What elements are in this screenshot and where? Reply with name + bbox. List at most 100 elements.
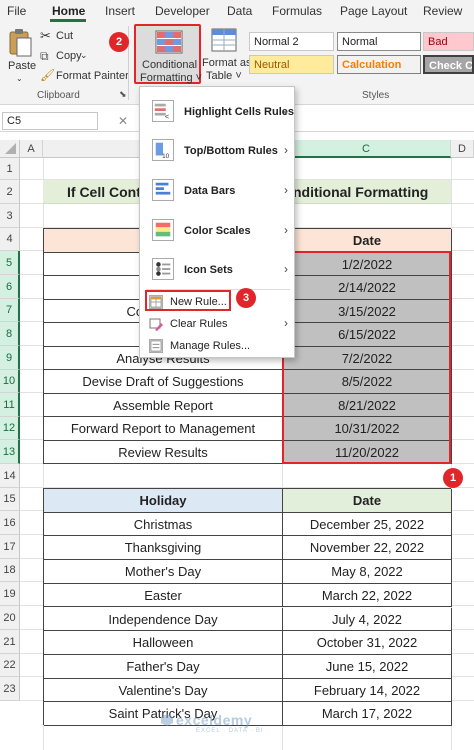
row-header-5[interactable]: 5 [0,251,20,275]
conditional-formatting-label-1: Conditional [142,59,198,71]
eraser-icon [149,317,163,331]
tab-file[interactable]: File [7,4,26,18]
table2-holiday-cell[interactable]: Easter [44,583,283,608]
tab-formulas[interactable]: Formulas [272,4,322,18]
row-header-8[interactable]: 8 [0,322,20,346]
format-as-table-button[interactable]: Format as Table ˅ [202,26,252,82]
table2-date-cell[interactable]: November 22, 2022 [283,536,452,561]
cut-button[interactable]: Cut [56,30,73,42]
style-calculation[interactable]: Calculation [337,55,421,74]
row-header-10[interactable]: 10 [0,370,20,393]
menu-item-clear-rules[interactable]: Clear Rules › [140,314,294,334]
chevron-down-icon: ⌄ [80,50,88,60]
chevron-down-icon: ⌄ [16,74,23,83]
table2-date-cell[interactable]: March 22, 2022 [283,583,452,608]
table2-date-cell[interactable]: March 17, 2022 [283,702,452,726]
name-box[interactable]: C5 [2,112,98,130]
table1-header-date[interactable]: Date [283,229,452,253]
svg-text:<: < [165,112,169,121]
style-check-cell[interactable]: Check Ce [423,55,474,74]
row-header-2[interactable]: 2 [0,180,20,204]
row-header-6[interactable]: 6 [0,275,20,299]
tab-review[interactable]: Review [423,4,462,18]
row-header-15[interactable]: 15 [0,488,20,511]
svg-text:10: 10 [162,153,170,160]
select-all-corner[interactable] [0,140,20,158]
row-header-17[interactable]: 17 [0,535,20,559]
tab-data[interactable]: Data [227,4,252,18]
table1-task-cell[interactable]: Review Results [44,440,283,464]
tab-home[interactable]: Home [52,4,85,18]
style-neutral[interactable]: Neutral [249,55,334,74]
column-header-d[interactable]: D [451,140,474,158]
table2-header-holiday[interactable]: Holiday [44,489,283,513]
row-header-18[interactable]: 18 [0,559,20,582]
table2-holiday-cell[interactable]: Mother's Day [44,560,283,584]
style-normal[interactable]: Normal [337,32,421,51]
row-header-19[interactable]: 19 [0,582,20,606]
copy-button[interactable]: Copy [56,50,82,62]
table2-date-cell[interactable]: February 14, 2022 [283,678,452,703]
row-header-20[interactable]: 20 [0,606,20,630]
cancel-icon[interactable]: ✕ [118,114,128,128]
table2-holiday-cell[interactable]: Father's Day [44,654,283,679]
top-bottom-icon: 10 [152,139,174,161]
style-normal-2[interactable]: Normal 2 [249,32,334,51]
style-bad[interactable]: Bad [423,32,474,51]
select-all-triangle-icon [5,143,16,154]
row-header-22[interactable]: 22 [0,654,20,677]
ribbon-tab-bar: File Home Insert Developer Data Formulas… [0,0,474,22]
conditional-formatting-button[interactable]: Conditional Formatting ˅ [134,24,203,84]
menu-item-highlight-cells-rules[interactable]: < Highlight Cells Rules › [140,96,294,130]
dialog-launcher-icon[interactable]: ⬊ [119,89,127,100]
row-header-11[interactable]: 11 [0,393,20,417]
conditional-formatting-label-2: Formatting ˅ [140,72,203,84]
paste-button[interactable]: Paste ⌄ [4,26,36,83]
column-header-c[interactable]: C [282,140,451,158]
table2-holiday-cell[interactable]: Valentine's Day [44,678,283,703]
tab-developer[interactable]: Developer [155,4,210,18]
tab-page-layout[interactable]: Page Layout [340,4,407,18]
row-header-9[interactable]: 9 [0,346,20,370]
paintbrush-icon: 🖌 [40,68,56,82]
table2-date-cell[interactable]: June 15, 2022 [283,654,452,679]
table2-holiday-cell[interactable]: Christmas [44,512,283,537]
holiday-table: Holiday Date Christmas December 25, 2022 Tha… [43,488,452,726]
row-header-23[interactable]: 23 [0,677,20,701]
table2-date-cell[interactable]: October 31, 2022 [283,631,452,655]
menu-item-data-bars[interactable]: Data Bars › [140,175,294,209]
row-header-12[interactable]: 12 [0,417,20,440]
row-header-14[interactable]: 14 [0,464,20,488]
row-header-13[interactable]: 13 [0,440,20,464]
table1-task-cell[interactable]: Assemble Report [44,393,283,417]
table1-task-cell[interactable]: Devise Draft of Suggestions [44,370,283,394]
banner-text-left: If Cell Cont [67,184,141,200]
color-scales-icon [152,219,174,241]
highlight-cells-icon: < [152,100,174,122]
format-painter-button[interactable]: Format Painter [56,70,129,82]
clipboard-icon [9,29,32,57]
table2-date-cell[interactable]: July 4, 2022 [283,607,452,632]
table2-date-cell[interactable]: May 8, 2022 [283,560,452,584]
new-rule-highlight [145,290,231,311]
table2-holiday-cell[interactable]: Thanksgiving [44,536,283,561]
table2-holiday-cell[interactable]: Halloween [44,631,283,655]
menu-item-color-scales[interactable]: Color Scales › [140,215,294,249]
row-header-1[interactable]: 1 [0,158,20,180]
menu-item-top-bottom-rules[interactable]: 10 Top/Bottom Rules › [140,135,294,169]
menu-item-manage-rules[interactable]: Manage Rules... [140,336,294,356]
table2-holiday-cell[interactable]: Independence Day [44,607,283,632]
row-header-16[interactable]: 16 [0,511,20,535]
row-header-3[interactable]: 3 [0,204,20,228]
table2-date-cell[interactable]: December 25, 2022 [283,512,452,537]
row-header-4[interactable]: 4 [0,228,20,251]
column-header-a[interactable]: A [20,140,43,158]
menu-item-icon-sets[interactable]: Icon Sets › [140,254,294,288]
tab-insert[interactable]: Insert [105,4,135,18]
excel-window: File Home Insert Developer Data Formulas… [0,0,474,750]
row-header-7[interactable]: 7 [0,299,20,322]
table1-task-cell[interactable]: Forward Report to Management [44,417,283,441]
row-header-21[interactable]: 21 [0,630,20,654]
step-badge-1: 1 [443,468,463,488]
table2-header-date[interactable]: Date [283,489,452,513]
